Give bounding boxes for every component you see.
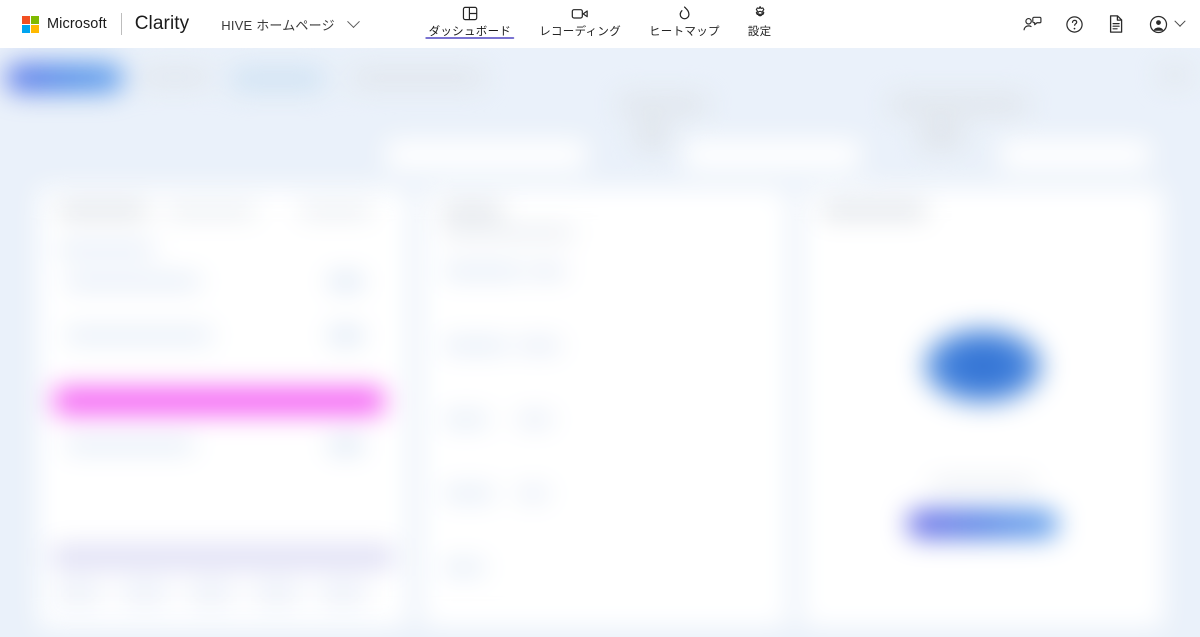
table-row-value [330, 330, 362, 341]
table-row-value [330, 276, 362, 287]
card-left-footer-col [320, 580, 366, 606]
dashboard-cards [38, 188, 1164, 628]
toolbar-field-2[interactable] [684, 140, 860, 170]
list-item[interactable] [444, 562, 484, 573]
account-menu[interactable] [1146, 12, 1186, 36]
flame-icon [676, 4, 692, 23]
video-camera-icon [571, 4, 590, 23]
toolbar-item-6 [890, 96, 1026, 114]
account-circle-icon [1146, 12, 1170, 36]
help-icon[interactable] [1062, 12, 1086, 36]
list-item[interactable] [444, 266, 522, 277]
card-right-title [822, 204, 926, 217]
brand-divider [120, 13, 122, 35]
document-icon[interactable] [1104, 12, 1128, 36]
card-left-footer [52, 546, 394, 620]
card-middle-sub [442, 228, 574, 238]
brand-group: Microsoft Clarity [0, 13, 189, 35]
card-left-footer-col [188, 580, 234, 606]
feedback-icon[interactable] [1020, 12, 1044, 36]
toolbar-item-4 [620, 96, 706, 114]
toolbar-item-7 [920, 122, 962, 148]
list-item-bar [518, 342, 560, 349]
card-left-row-header [58, 244, 154, 255]
card-middle-title [442, 204, 502, 217]
highlighted-table-row[interactable] [54, 388, 384, 414]
empty-state-illustration-icon [923, 328, 1043, 404]
table-row[interactable] [66, 440, 194, 451]
dashboard-body [0, 48, 1200, 637]
tab-dashboard[interactable]: ダッシュボード [415, 0, 526, 48]
card-middle [422, 188, 788, 628]
toolbar-primary-button[interactable] [6, 64, 124, 92]
clarity-app: Microsoft Clarity HIVE ホームページ ダッシュボード レコ… [0, 0, 1200, 637]
microsoft-wordmark: Microsoft [47, 16, 107, 32]
card-left-footer-band [52, 546, 394, 568]
table-row-value [330, 440, 362, 451]
toolbar-item-5 [636, 122, 668, 148]
list-item[interactable] [444, 340, 508, 351]
card-right [802, 188, 1164, 628]
toolbar-field-3[interactable] [1000, 140, 1150, 170]
card-left [38, 188, 408, 628]
toolbar-item-2[interactable] [232, 68, 324, 90]
card-left-title [58, 204, 148, 217]
list-item-bar [528, 268, 566, 275]
tab-heatmaps-label: ヒートマップ [648, 26, 720, 38]
list-item[interactable] [444, 414, 488, 425]
list-item-bar [518, 416, 552, 423]
top-navigation-bar: Microsoft Clarity HIVE ホームページ ダッシュボード レコ… [0, 0, 1200, 48]
toolbar-item-1[interactable] [140, 70, 210, 84]
card-left-footer-col [122, 580, 168, 606]
tab-settings-label: 設定 [747, 26, 772, 38]
list-item[interactable] [444, 488, 494, 499]
active-tab-underline [425, 37, 515, 39]
dashboard-icon [461, 4, 478, 23]
empty-state-message [931, 480, 1035, 490]
tab-recordings-label: レコーディング [539, 26, 621, 38]
microsoft-logo-icon [22, 15, 39, 33]
site-picker-label: HIVE ホームページ [221, 17, 335, 33]
empty-state-cta-button[interactable] [907, 510, 1059, 538]
blurred-content-layer [0, 48, 1200, 637]
dashboard-toolbar [0, 54, 1200, 172]
tab-recordings[interactable]: レコーディング [525, 0, 635, 48]
toolbar-item-3[interactable] [352, 70, 484, 86]
table-row[interactable] [66, 276, 200, 287]
tab-heatmaps[interactable]: ヒートマップ [635, 0, 734, 48]
chevron-down-icon [1174, 15, 1186, 27]
site-picker[interactable]: HIVE ホームページ [221, 14, 360, 34]
tab-settings[interactable]: 設定 [734, 0, 786, 48]
gear-icon [751, 4, 768, 23]
table-row[interactable] [66, 330, 212, 341]
primary-tabs: ダッシュボード レコーディング ヒートマップ 設定 [415, 0, 786, 48]
toolbar-field-1[interactable] [386, 140, 586, 170]
header-actions [1020, 0, 1186, 48]
list-item-bar [518, 490, 548, 497]
clarity-wordmark[interactable]: Clarity [135, 13, 190, 35]
card-left-footer-col [56, 580, 102, 606]
toolbar-item-8[interactable] [1160, 68, 1190, 82]
chevron-down-icon [346, 14, 360, 28]
card-left-sub-2 [300, 206, 372, 216]
card-left-sub-1 [166, 206, 256, 216]
card-left-footer-col [254, 580, 300, 606]
